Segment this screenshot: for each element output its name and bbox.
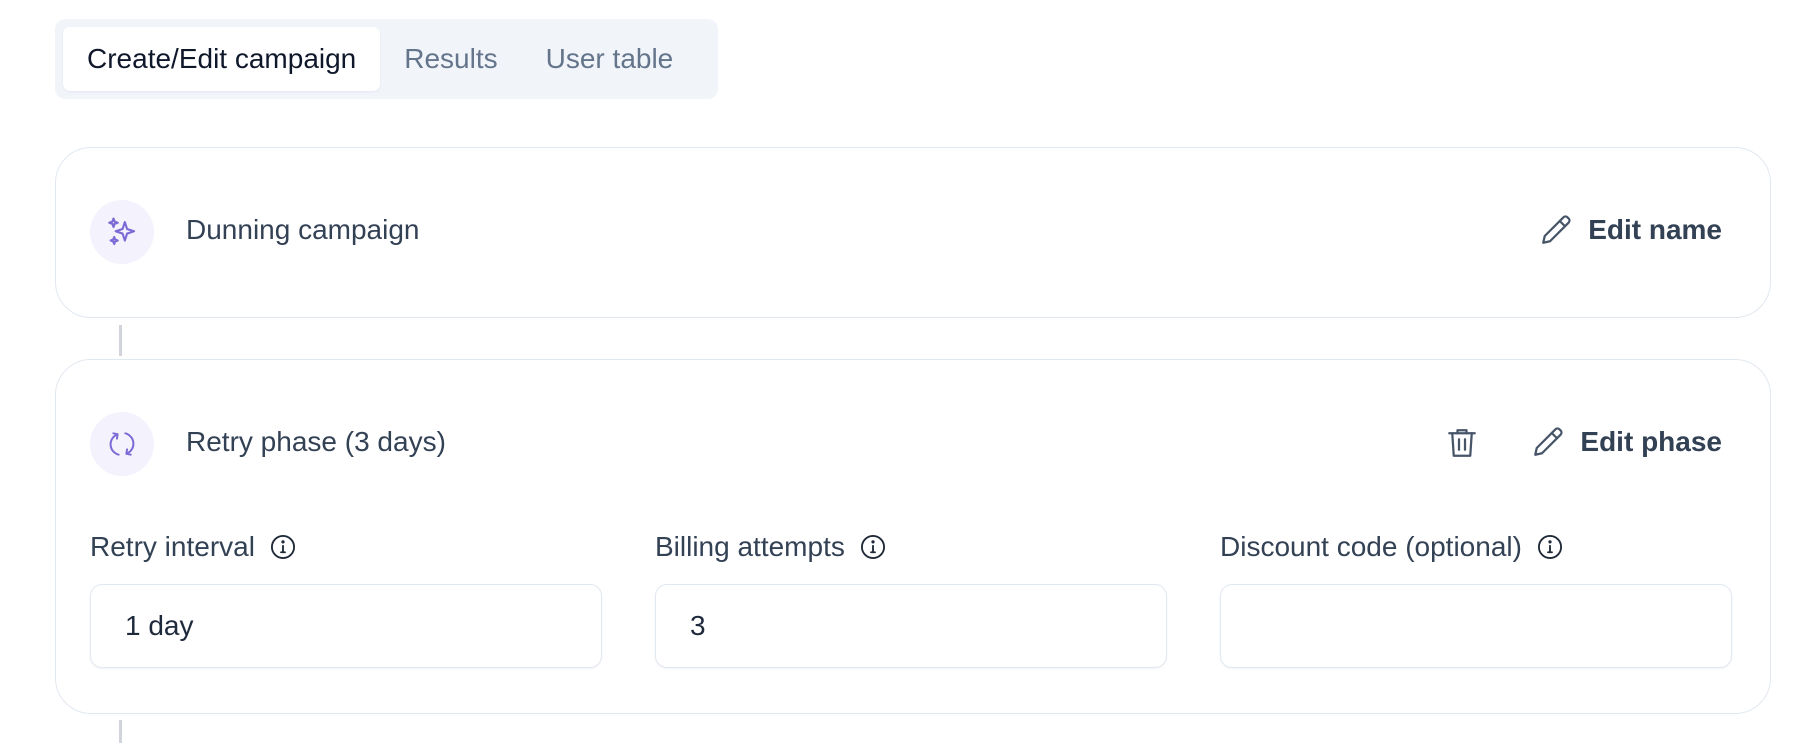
discount-code-field: Discount code (optional) xyxy=(1220,530,1732,668)
discount-code-label: Discount code (optional) xyxy=(1220,531,1522,562)
billing-attempts-label: Billing attempts xyxy=(655,531,845,562)
delete-phase-button[interactable] xyxy=(1444,424,1480,462)
refresh-icon xyxy=(90,412,154,476)
pencil-icon xyxy=(1534,427,1563,456)
retry-interval-label-row: Retry interval xyxy=(90,530,602,564)
discount-code-label-row: Discount code (optional) xyxy=(1220,530,1732,564)
info-icon[interactable] xyxy=(859,533,887,561)
trash-icon xyxy=(1448,429,1476,457)
connector-line xyxy=(119,325,122,356)
tab-create-edit-campaign[interactable]: Create/Edit campaign xyxy=(63,27,381,91)
retry-phase-card: Retry phase (3 days) Edit phase Retry in… xyxy=(55,359,1771,714)
edit-phase-button[interactable]: Edit phase xyxy=(1530,424,1722,460)
billing-attempts-input[interactable] xyxy=(655,584,1167,668)
page: Create/Edit campaign Results User table … xyxy=(0,0,1793,743)
retry-interval-input[interactable] xyxy=(90,584,602,668)
discount-code-input[interactable] xyxy=(1220,584,1732,668)
sparkles-icon xyxy=(90,200,154,264)
info-icon[interactable] xyxy=(1536,533,1564,561)
edit-phase-label: Edit phase xyxy=(1580,426,1722,457)
tab-user-table[interactable]: User table xyxy=(522,27,698,91)
pencil-icon xyxy=(1542,215,1571,244)
campaign-title: Dunning campaign xyxy=(186,214,420,245)
billing-attempts-field: Billing attempts xyxy=(655,530,1167,668)
connector-line xyxy=(119,720,122,743)
tab-results[interactable]: Results xyxy=(380,27,521,91)
retry-interval-label: Retry interval xyxy=(90,531,255,562)
edit-name-button[interactable]: Edit name xyxy=(1538,212,1722,248)
billing-attempts-label-row: Billing attempts xyxy=(655,530,1167,564)
info-icon[interactable] xyxy=(269,533,297,561)
retry-interval-field: Retry interval xyxy=(90,530,602,668)
campaign-card: Dunning campaign Edit name xyxy=(55,147,1771,318)
edit-name-label: Edit name xyxy=(1588,214,1722,245)
phase-title: Retry phase (3 days) xyxy=(186,426,446,457)
tab-bar: Create/Edit campaign Results User table xyxy=(55,19,718,99)
